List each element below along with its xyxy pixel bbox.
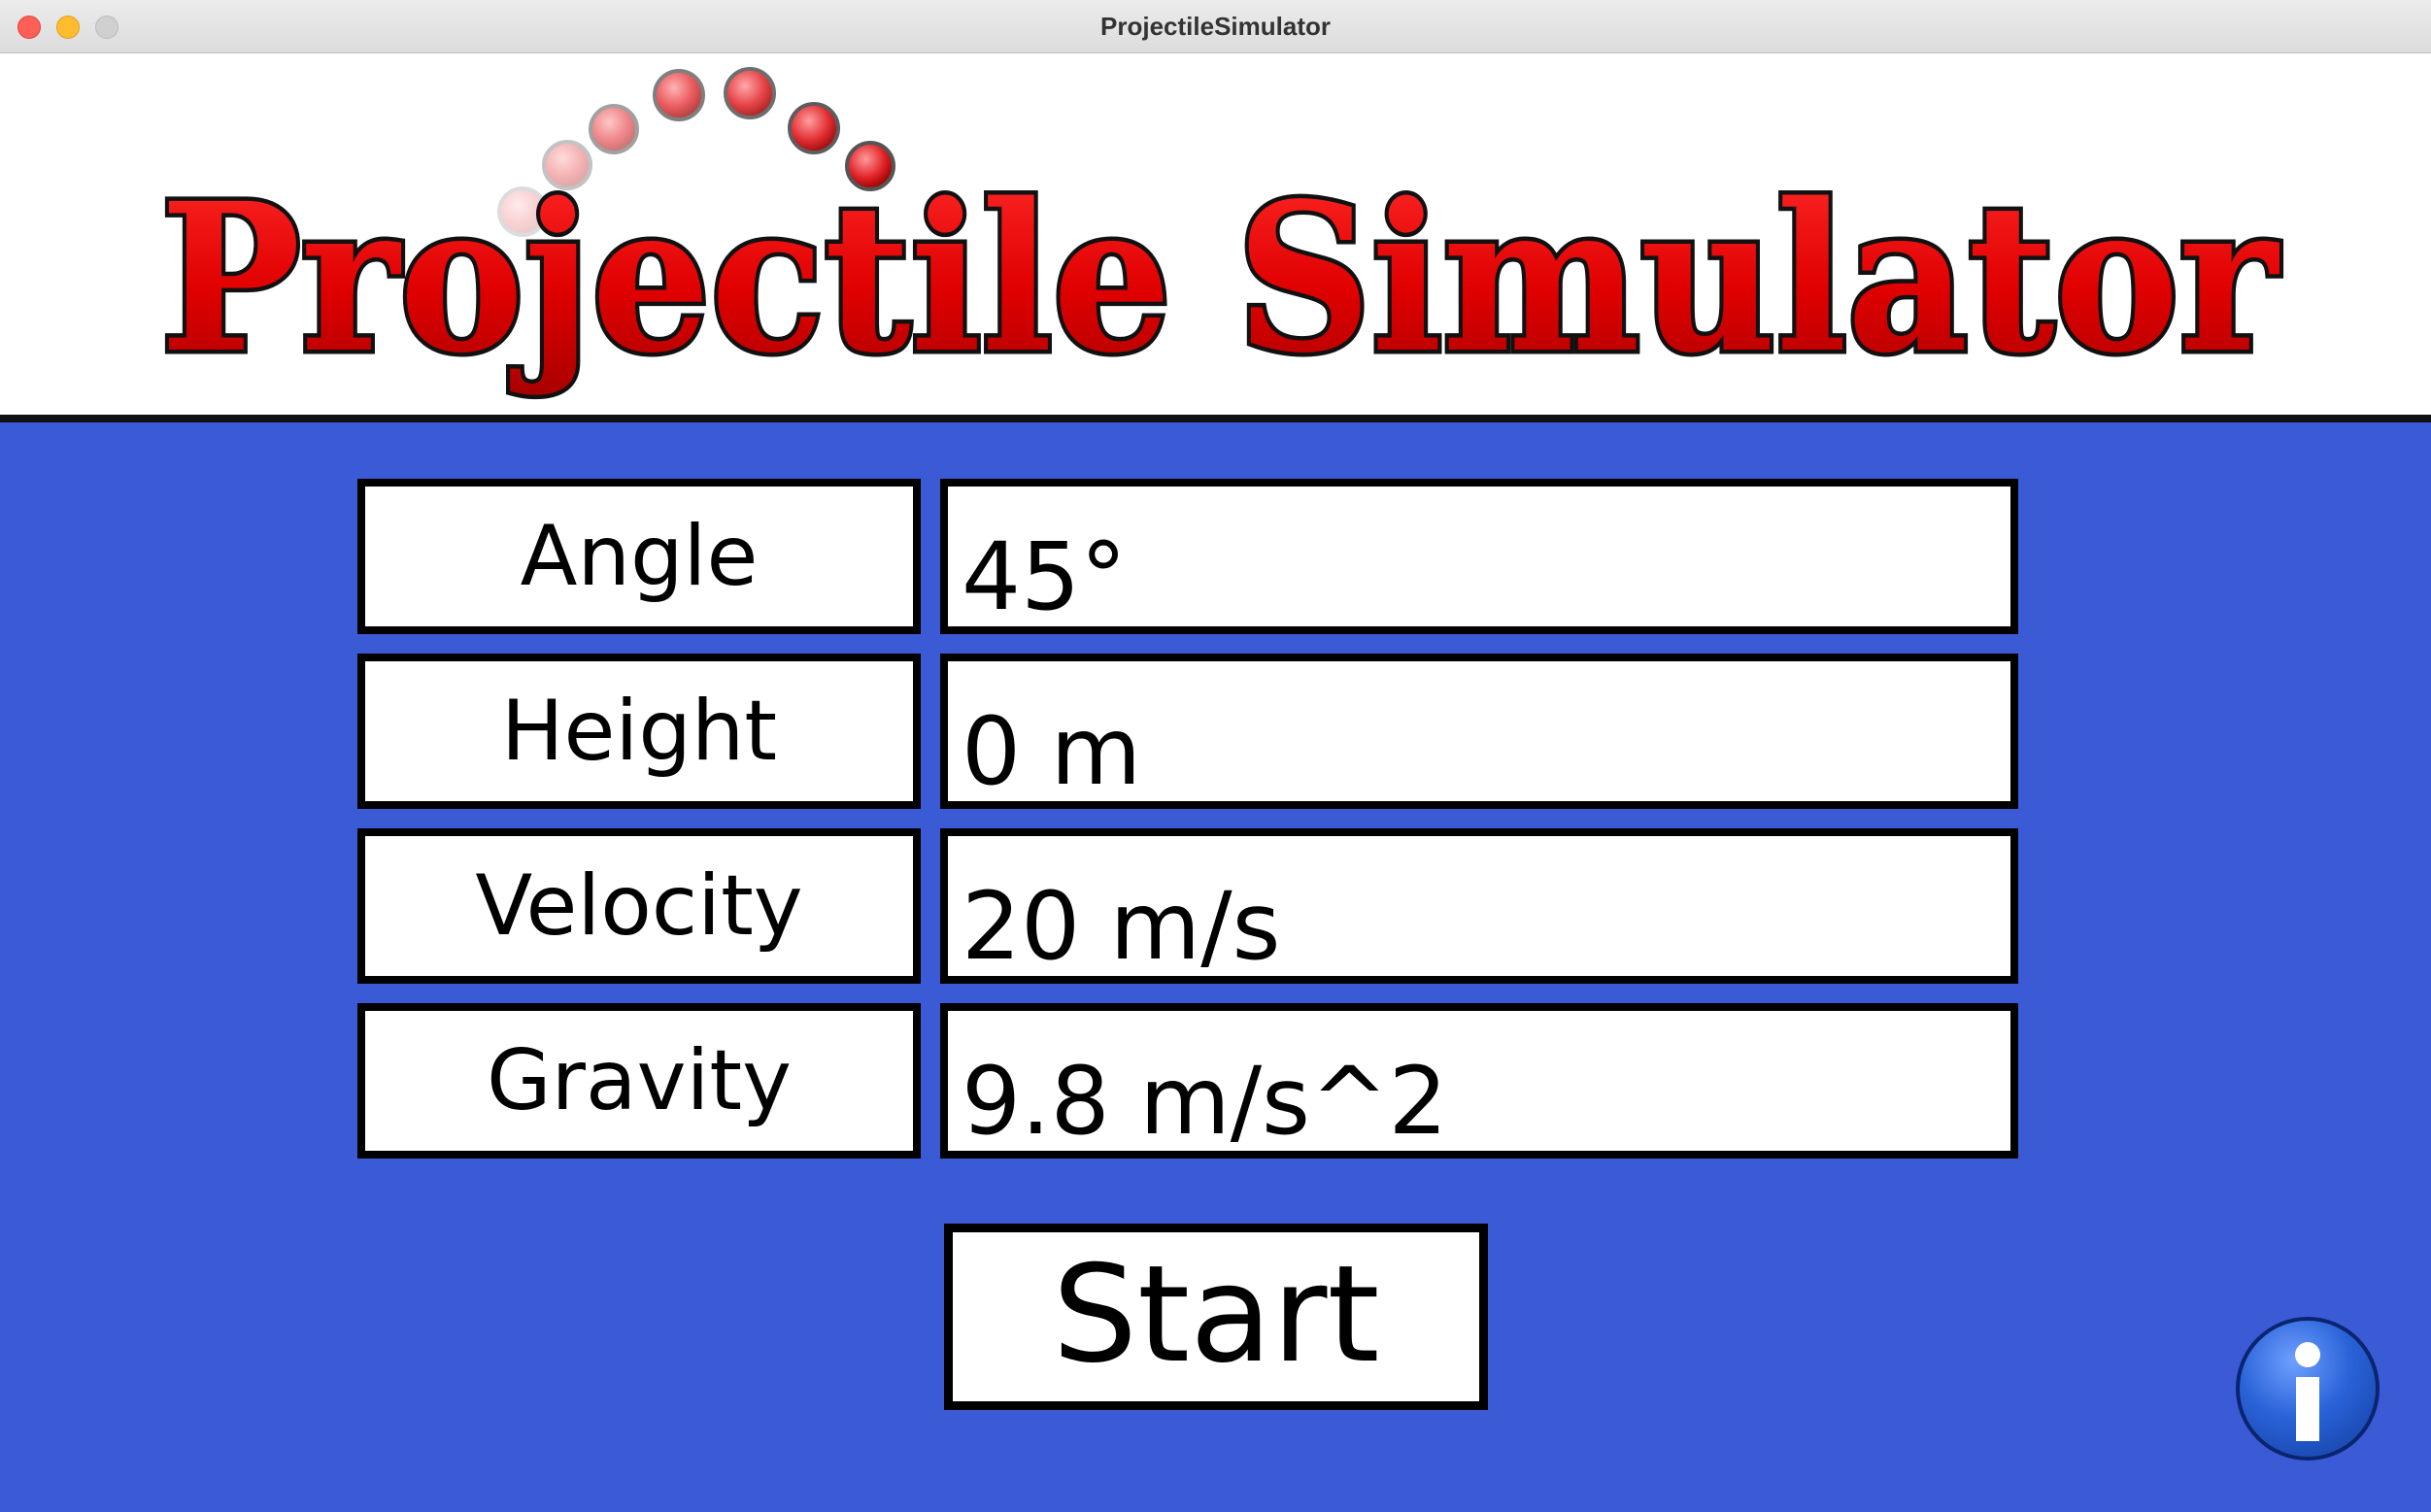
- velocity-field-container: [940, 828, 2018, 984]
- height-label: Height: [357, 654, 921, 809]
- info-button[interactable]: [2236, 1317, 2380, 1461]
- velocity-input[interactable]: [948, 836, 2010, 976]
- logo-banner: Projectile Simulator: [0, 53, 2431, 422]
- trajectory-dot: [653, 69, 705, 121]
- gravity-field-container: [940, 1003, 2018, 1159]
- app-window: ProjectileSimulator Projectile Simulator…: [0, 0, 2431, 1512]
- height-input[interactable]: [948, 661, 2010, 801]
- gravity-input[interactable]: [948, 1011, 2010, 1151]
- window-title: ProjectileSimulator: [1100, 12, 1331, 41]
- velocity-label: Velocity: [357, 828, 921, 984]
- logo-text: Projectile Simulator: [160, 158, 2279, 398]
- trajectory-dot: [788, 102, 840, 154]
- title-bar: ProjectileSimulator: [0, 0, 2431, 53]
- start-button[interactable]: Start: [944, 1224, 1488, 1410]
- projectile-simulator-logo: Projectile Simulator: [156, 67, 2284, 403]
- info-icon: [2295, 1342, 2320, 1441]
- trajectory-dot: [589, 104, 639, 154]
- angle-field-container: [940, 479, 2018, 634]
- trajectory-dot: [724, 67, 776, 119]
- angle-label: Angle: [357, 479, 921, 634]
- height-field-container: [940, 654, 2018, 809]
- gravity-label: Gravity: [357, 1003, 921, 1159]
- angle-input[interactable]: [948, 487, 2010, 626]
